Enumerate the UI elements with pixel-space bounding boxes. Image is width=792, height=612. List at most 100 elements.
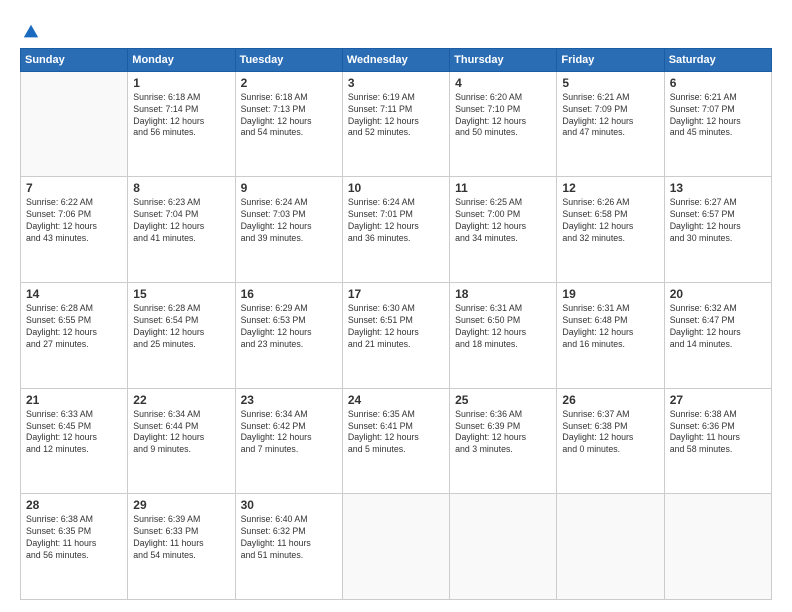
weekday-header: Monday: [128, 48, 235, 71]
day-info: Sunrise: 6:24 AM Sunset: 7:01 PM Dayligh…: [348, 197, 444, 245]
calendar-cell: 6 Sunrise: 6:21 AM Sunset: 7:07 PM Daylig…: [664, 71, 771, 177]
day-info: Sunrise: 6:22 AM Sunset: 7:06 PM Dayligh…: [26, 197, 122, 245]
day-number: 8: [133, 181, 229, 195]
day-info: Sunrise: 6:25 AM Sunset: 7:00 PM Dayligh…: [455, 197, 551, 245]
day-info: Sunrise: 6:18 AM Sunset: 7:14 PM Dayligh…: [133, 92, 229, 140]
weekday-header: Friday: [557, 48, 664, 71]
weekday-header: Saturday: [664, 48, 771, 71]
day-info: Sunrise: 6:20 AM Sunset: 7:10 PM Dayligh…: [455, 92, 551, 140]
day-number: 17: [348, 287, 444, 301]
day-info: Sunrise: 6:30 AM Sunset: 6:51 PM Dayligh…: [348, 303, 444, 351]
day-number: 26: [562, 393, 658, 407]
day-number: 9: [241, 181, 337, 195]
day-number: 25: [455, 393, 551, 407]
weekday-header: Wednesday: [342, 48, 449, 71]
calendar-week-row: 1Sunrise: 6:18 AM Sunset: 7:14 PM Daylig…: [21, 71, 772, 177]
day-number: 29: [133, 498, 229, 512]
day-number: 19: [562, 287, 658, 301]
day-info: Sunrise: 6:32 AM Sunset: 6:47 PM Dayligh…: [670, 303, 766, 351]
day-info: Sunrise: 6:26 AM Sunset: 6:58 PM Dayligh…: [562, 197, 658, 245]
calendar-cell: 5 Sunrise: 6:21 AM Sunset: 7:09 PM Daylig…: [557, 71, 664, 177]
calendar-cell: 12 Sunrise: 6:26 AM Sunset: 6:58 PM Dayli…: [557, 177, 664, 283]
calendar-cell: [557, 494, 664, 600]
day-info: Sunrise: 6:21 AM Sunset: 7:07 PM Dayligh…: [670, 92, 766, 140]
day-number: 3: [348, 76, 444, 90]
day-info: Sunrise: 6:38 AM Sunset: 6:35 PM Dayligh…: [26, 514, 122, 562]
calendar-table: SundayMondayTuesdayWednesdayThursdayFrid…: [20, 48, 772, 600]
calendar-cell: [664, 494, 771, 600]
calendar-week-row: 14 Sunrise: 6:28 AM Sunset: 6:55 PM Dayli…: [21, 283, 772, 389]
calendar-cell: 16 Sunrise: 6:29 AM Sunset: 6:53 PM Dayli…: [235, 283, 342, 389]
calendar-cell: 19 Sunrise: 6:31 AM Sunset: 6:48 PM Dayli…: [557, 283, 664, 389]
calendar-cell: 14 Sunrise: 6:28 AM Sunset: 6:55 PM Dayli…: [21, 283, 128, 389]
day-info: Sunrise: 6:39 AM Sunset: 6:33 PM Dayligh…: [133, 514, 229, 562]
day-info: Sunrise: 6:31 AM Sunset: 6:50 PM Dayligh…: [455, 303, 551, 351]
day-info: Sunrise: 6:38 AM Sunset: 6:36 PM Dayligh…: [670, 409, 766, 457]
day-info: Sunrise: 6:34 AM Sunset: 6:44 PM Dayligh…: [133, 409, 229, 457]
day-number: 23: [241, 393, 337, 407]
calendar-cell: 17 Sunrise: 6:30 AM Sunset: 6:51 PM Dayli…: [342, 283, 449, 389]
day-number: 5: [562, 76, 658, 90]
calendar-cell: [342, 494, 449, 600]
logo: [20, 22, 40, 40]
day-info: Sunrise: 6:21 AM Sunset: 7:09 PM Dayligh…: [562, 92, 658, 140]
calendar-cell: 10 Sunrise: 6:24 AM Sunset: 7:01 PM Dayli…: [342, 177, 449, 283]
day-number: 7: [26, 181, 122, 195]
calendar-cell: 13 Sunrise: 6:27 AM Sunset: 6:57 PM Dayli…: [664, 177, 771, 283]
weekday-header: Tuesday: [235, 48, 342, 71]
calendar-cell: 11 Sunrise: 6:25 AM Sunset: 7:00 PM Dayli…: [450, 177, 557, 283]
day-info: Sunrise: 6:36 AM Sunset: 6:39 PM Dayligh…: [455, 409, 551, 457]
calendar-cell: 25 Sunrise: 6:36 AM Sunset: 6:39 PM Dayli…: [450, 388, 557, 494]
calendar-cell: [21, 71, 128, 177]
calendar-cell: 3 Sunrise: 6:19 AM Sunset: 7:11 PM Daylig…: [342, 71, 449, 177]
header: [20, 18, 772, 40]
calendar-cell: 30Sunrise: 6:40 AM Sunset: 6:32 PM Dayli…: [235, 494, 342, 600]
logo-text: [20, 22, 40, 42]
day-info: Sunrise: 6:28 AM Sunset: 6:55 PM Dayligh…: [26, 303, 122, 351]
day-number: 16: [241, 287, 337, 301]
calendar-week-row: 7 Sunrise: 6:22 AM Sunset: 7:06 PM Daylig…: [21, 177, 772, 283]
calendar-cell: 2 Sunrise: 6:18 AM Sunset: 7:13 PM Daylig…: [235, 71, 342, 177]
day-info: Sunrise: 6:24 AM Sunset: 7:03 PM Dayligh…: [241, 197, 337, 245]
calendar-cell: 8 Sunrise: 6:23 AM Sunset: 7:04 PM Daylig…: [128, 177, 235, 283]
day-number: 24: [348, 393, 444, 407]
day-number: 18: [455, 287, 551, 301]
weekday-header: Sunday: [21, 48, 128, 71]
day-info: Sunrise: 6:18 AM Sunset: 7:13 PM Dayligh…: [241, 92, 337, 140]
calendar-cell: [450, 494, 557, 600]
calendar-cell: 15 Sunrise: 6:28 AM Sunset: 6:54 PM Dayli…: [128, 283, 235, 389]
calendar-cell: 29 Sunrise: 6:39 AM Sunset: 6:33 PM Dayli…: [128, 494, 235, 600]
day-info: Sunrise: 6:23 AM Sunset: 7:04 PM Dayligh…: [133, 197, 229, 245]
calendar-cell: 18 Sunrise: 6:31 AM Sunset: 6:50 PM Dayli…: [450, 283, 557, 389]
calendar-cell: 26Sunrise: 6:37 AM Sunset: 6:38 PM Dayli…: [557, 388, 664, 494]
calendar-cell: 21 Sunrise: 6:33 AM Sunset: 6:45 PM Dayli…: [21, 388, 128, 494]
day-number: 12: [562, 181, 658, 195]
day-number: 20: [670, 287, 766, 301]
calendar-cell: 7 Sunrise: 6:22 AM Sunset: 7:06 PM Daylig…: [21, 177, 128, 283]
day-info: Sunrise: 6:33 AM Sunset: 6:45 PM Dayligh…: [26, 409, 122, 457]
day-number: 28: [26, 498, 122, 512]
day-number: 10: [348, 181, 444, 195]
day-info: Sunrise: 6:29 AM Sunset: 6:53 PM Dayligh…: [241, 303, 337, 351]
day-info: Sunrise: 6:27 AM Sunset: 6:57 PM Dayligh…: [670, 197, 766, 245]
calendar-cell: 24 Sunrise: 6:35 AM Sunset: 6:41 PM Dayli…: [342, 388, 449, 494]
day-number: 13: [670, 181, 766, 195]
day-info: Sunrise: 6:31 AM Sunset: 6:48 PM Dayligh…: [562, 303, 658, 351]
calendar-cell: 4 Sunrise: 6:20 AM Sunset: 7:10 PM Daylig…: [450, 71, 557, 177]
day-number: 14: [26, 287, 122, 301]
day-info: Sunrise: 6:19 AM Sunset: 7:11 PM Dayligh…: [348, 92, 444, 140]
calendar-cell: 9 Sunrise: 6:24 AM Sunset: 7:03 PM Daylig…: [235, 177, 342, 283]
day-number: 15: [133, 287, 229, 301]
day-info: Sunrise: 6:35 AM Sunset: 6:41 PM Dayligh…: [348, 409, 444, 457]
day-number: 11: [455, 181, 551, 195]
day-number: 22: [133, 393, 229, 407]
day-number: 4: [455, 76, 551, 90]
day-info: Sunrise: 6:28 AM Sunset: 6:54 PM Dayligh…: [133, 303, 229, 351]
day-number: 6: [670, 76, 766, 90]
calendar-cell: 1Sunrise: 6:18 AM Sunset: 7:14 PM Daylig…: [128, 71, 235, 177]
day-number: 30: [241, 498, 337, 512]
day-number: 21: [26, 393, 122, 407]
day-number: 2: [241, 76, 337, 90]
calendar-week-row: 21 Sunrise: 6:33 AM Sunset: 6:45 PM Dayli…: [21, 388, 772, 494]
day-number: 27: [670, 393, 766, 407]
